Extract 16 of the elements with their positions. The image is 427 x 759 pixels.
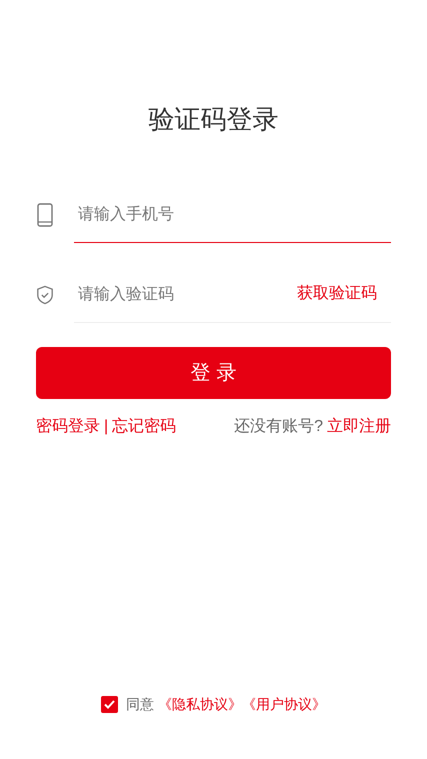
input-field[interactable]: 请输入手机号 xyxy=(74,187,391,243)
terms-link[interactable]: 《用户协议》 xyxy=(242,694,326,715)
password-login-link[interactable]: 密码登录 xyxy=(36,415,100,439)
separator: | xyxy=(104,417,108,437)
forgot-password-link[interactable]: 忘记密码 xyxy=(112,415,176,439)
agree-checkbox[interactable] xyxy=(101,696,118,713)
shield-check-icon xyxy=(36,284,54,306)
no-account-text: 还没有账号? xyxy=(234,417,323,437)
get-code-button[interactable]: 获取验证码 xyxy=(297,282,377,306)
agree-text: 同意 xyxy=(126,695,154,714)
page-title: 验证码登录 xyxy=(148,103,280,136)
privacy-link[interactable]: 《隐私协议》 xyxy=(158,694,242,715)
check-icon xyxy=(104,700,115,709)
register-link[interactable]: 立即注册 xyxy=(327,415,391,439)
phone-icon xyxy=(36,203,54,227)
login-button[interactable]: 登 录 xyxy=(36,347,391,399)
